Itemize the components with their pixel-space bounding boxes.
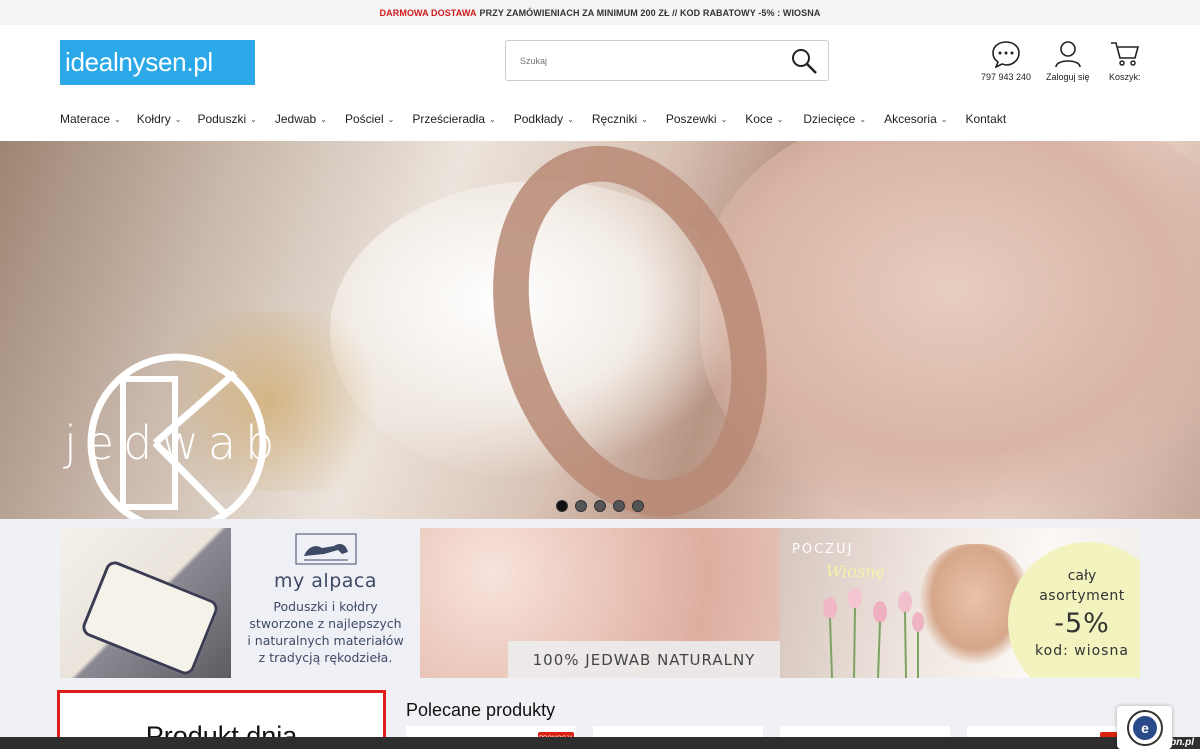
nav-item-dzieciece[interactable]: Dziecięce ⌄ xyxy=(803,112,866,126)
nav-label: Jedwab xyxy=(274,112,317,126)
nav-label: Pościel xyxy=(344,112,384,126)
recommended-title: Polecane produkty xyxy=(406,700,556,720)
main-nav: Materace ⌄ Kołdry ⌄ Poduszki ⌄ Jedwab ⌄ Pośc… xyxy=(0,97,1200,141)
site-logo[interactable]: idealnysen.pl xyxy=(60,40,255,85)
chevron-down-icon: ⌄ xyxy=(250,114,257,124)
promo-bar: DARMOWA DOSTAWA PRZY ZAMÓWIENIACH ZA MIN… xyxy=(0,0,1200,25)
discount-line: cały xyxy=(1067,568,1097,584)
trusted-shop-icon: e xyxy=(1126,709,1163,746)
nav-item-poduszki[interactable]: Poduszki ⌄ xyxy=(197,112,256,126)
search-box xyxy=(505,40,829,81)
discount-line: asortyment xyxy=(1039,588,1125,604)
nav-label: Koce xyxy=(745,112,773,126)
phone-contact[interactable]: 797 943 240 xyxy=(981,40,1031,82)
alpaca-brand: my alpaca xyxy=(273,570,377,592)
bottom-strip: www.tcbn.pl xyxy=(0,737,1200,749)
nav-item-kontakt[interactable]: Kontakt xyxy=(965,112,1006,126)
alpaca-line: Poduszki i kołdry xyxy=(273,599,378,614)
discount-percent: -5% xyxy=(1054,608,1110,639)
nav-item-poszewki[interactable]: Poszewki ⌄ xyxy=(666,112,727,126)
chat-icon xyxy=(991,40,1021,72)
chevron-down-icon: ⌄ xyxy=(320,114,327,124)
chevron-down-icon: ⌄ xyxy=(489,114,496,124)
nav-item-koce[interactable]: Koce ⌄ xyxy=(745,112,783,126)
silk-caption: 100% JEDWAB NATURALNY xyxy=(508,641,780,678)
alpaca-line: z tradycją rękodzieła. xyxy=(258,650,393,665)
search-icon[interactable] xyxy=(790,47,818,80)
nav-item-reczniki[interactable]: Ręczniki ⌄ xyxy=(592,112,648,126)
slider-dots xyxy=(556,500,644,512)
spring-headline: POCZUJ xyxy=(792,542,854,557)
login-link[interactable]: Zaloguj się xyxy=(1046,40,1090,82)
promo-text: PRZY ZAMÓWIENIACH ZA MINIMUM 200 ZŁ // K… xyxy=(479,7,821,18)
slider-dot-2[interactable] xyxy=(575,500,587,512)
alpaca-pillow-photo xyxy=(60,528,231,678)
banner-silk[interactable]: 100% JEDWAB NATURALNY xyxy=(420,528,780,678)
alpaca-description: Poduszki i kołdry stworzone z najlepszyc… xyxy=(247,598,403,666)
nav-item-koldry[interactable]: Kołdry ⌄ xyxy=(137,112,182,126)
hero-word: jedwab xyxy=(64,416,284,470)
nav-item-posciel[interactable]: Pościel ⌄ xyxy=(345,112,394,126)
chevron-down-icon: ⌄ xyxy=(174,114,182,124)
chevron-down-icon: ⌄ xyxy=(641,114,648,124)
slider-dot-5[interactable] xyxy=(632,500,644,512)
promo-highlight: DARMOWA DOSTAWA xyxy=(379,7,477,18)
chevron-down-icon: ⌄ xyxy=(567,114,574,124)
cart-icon xyxy=(1110,40,1140,72)
nav-item-przescieradla[interactable]: Prześcieradła ⌄ xyxy=(412,112,495,126)
chevron-down-icon: ⌄ xyxy=(776,114,784,124)
nav-item-podklady[interactable]: Podkłady ⌄ xyxy=(514,112,574,126)
chevron-down-icon: ⌄ xyxy=(114,114,121,124)
nav-label: Poduszki xyxy=(197,112,247,126)
nav-label: Kontakt xyxy=(965,112,1007,126)
nav-label: Kołdry xyxy=(136,112,171,126)
nav-label: Ręczniki xyxy=(591,112,638,126)
login-label: Zaloguj się xyxy=(1046,72,1090,82)
trusted-shop-badge[interactable]: e xyxy=(1117,706,1172,749)
nav-item-jedwab[interactable]: Jedwab ⌄ xyxy=(275,112,327,126)
nav-label: Poszewki xyxy=(665,112,717,126)
tulips-icon xyxy=(823,588,924,678)
banner-spring-sale[interactable]: POCZUJ Wiosnę cały asortyment -5% kod: w… xyxy=(780,528,1140,678)
site-header: idealnysen.pl 797 943 240 Zaloguj się Ko… xyxy=(0,25,1200,97)
alpaca-logo-icon xyxy=(295,533,356,565)
phone-number: 797 943 240 xyxy=(981,72,1032,82)
alpaca-text-panel: my alpaca Poduszki i kołdry stworzone z … xyxy=(231,528,420,678)
chevron-down-icon: ⌄ xyxy=(859,114,867,124)
nav-label: Akcesoria xyxy=(884,112,937,126)
nav-label: Materace xyxy=(60,112,111,126)
chevron-down-icon: ⌄ xyxy=(387,114,395,124)
spring-script: Wiosnę xyxy=(826,562,885,581)
cart-link[interactable]: Koszyk: xyxy=(1109,40,1141,82)
chevron-down-icon: ⌄ xyxy=(940,114,948,124)
nav-label: Prześcieradła xyxy=(412,112,486,126)
slider-dot-4[interactable] xyxy=(613,500,625,512)
discount-code: kod: wiosna xyxy=(1035,643,1129,659)
hero-slider[interactable]: jedwab xyxy=(0,141,1200,519)
nav-label: Dziecięce xyxy=(803,112,856,126)
chevron-down-icon: ⌄ xyxy=(720,114,728,124)
alpaca-line: stworzone z najlepszych xyxy=(249,616,402,631)
promo-banners: my alpaca Poduszki i kołdry stworzone z … xyxy=(60,528,1140,678)
cart-label: Koszyk: xyxy=(1109,72,1141,82)
alpaca-line: i naturalnych materiałów xyxy=(247,633,404,648)
nav-label: Podkłady xyxy=(513,112,564,126)
discount-text: cały asortyment -5% kod: wiosna xyxy=(1020,566,1140,660)
svg-text:e: e xyxy=(1141,720,1149,736)
nav-item-akcesoria[interactable]: Akcesoria ⌄ xyxy=(884,112,947,126)
slider-dot-3[interactable] xyxy=(594,500,606,512)
banner-my-alpaca[interactable]: my alpaca Poduszki i kołdry stworzone z … xyxy=(60,528,420,678)
nav-item-materace[interactable]: Materace ⌄ xyxy=(60,112,121,126)
user-icon xyxy=(1053,40,1083,72)
hero-pink-cloth xyxy=(700,141,1200,519)
slider-dot-1[interactable] xyxy=(556,500,568,512)
search-input[interactable] xyxy=(506,55,776,66)
